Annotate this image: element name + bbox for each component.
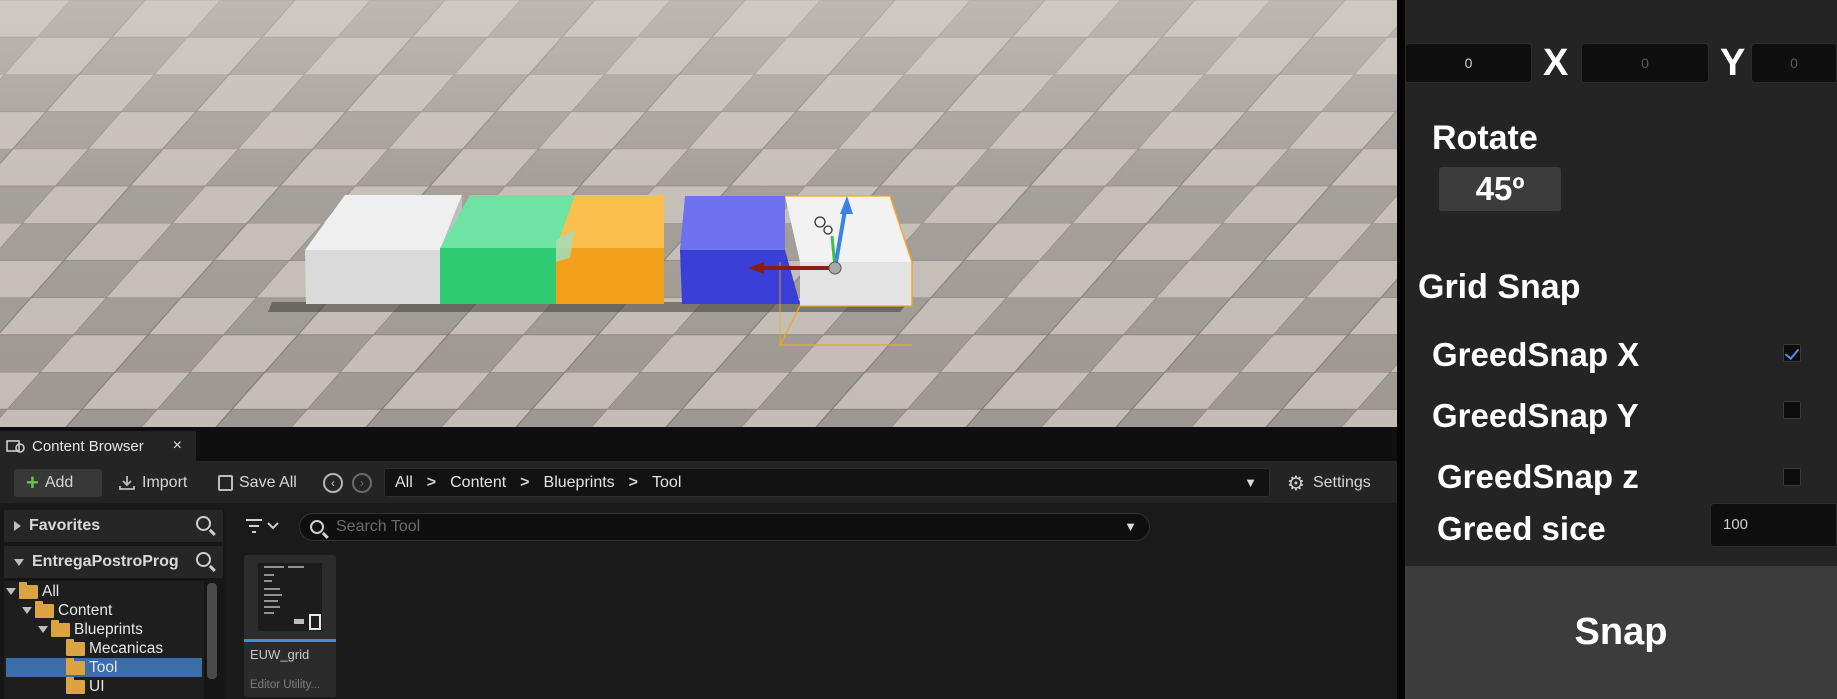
- search-icon: [310, 520, 324, 534]
- folder-icon: [35, 600, 54, 618]
- asset-type-bar: [244, 639, 336, 642]
- greed-snap-y-checkbox[interactable]: [1783, 401, 1801, 419]
- search-placeholder: Search Tool: [336, 518, 421, 535]
- chevron-down-icon[interactable]: ▼: [1244, 475, 1257, 490]
- content-browser-toolbar: + Add Import Save All ‹ › All > Content …: [0, 461, 1397, 503]
- back-arrow-icon[interactable]: ‹: [323, 473, 343, 493]
- offset-x-input[interactable]: 0: [1405, 43, 1532, 83]
- favorites-label: Favorites: [29, 517, 101, 534]
- folder-icon: [66, 657, 85, 675]
- tree-item-tool[interactable]: Tool: [6, 657, 202, 677]
- search-input[interactable]: Search Tool ▼: [299, 513, 1150, 541]
- chevron-right-icon: >: [628, 473, 639, 491]
- plus-icon: +: [26, 470, 39, 495]
- editor-utility-panel: 0 X 0 Y 0 Rotate 45º Grid Snap GreedSnap…: [1397, 0, 1837, 699]
- tab-content-browser[interactable]: Content Browser ×: [0, 431, 196, 461]
- project-label: EntregaPostroProg: [32, 553, 179, 570]
- tab-label: Content Browser: [32, 437, 144, 455]
- chevron-right-icon: >: [426, 473, 437, 491]
- greed-snap-x-label: GreedSnap X: [1432, 336, 1640, 373]
- add-button[interactable]: + Add: [14, 469, 102, 497]
- tree-item-label: All: [42, 582, 60, 600]
- tree-item-label: Tool: [89, 658, 118, 676]
- chevron-down-icon[interactable]: ▼: [1124, 519, 1137, 534]
- blue-block[interactable]: [680, 196, 800, 304]
- panel-body: 0 X 0 Y 0 Rotate 45º Grid Snap GreedSnap…: [1405, 0, 1837, 699]
- greed-size-input[interactable]: 100: [1710, 503, 1837, 547]
- gear-icon: ⚙: [1287, 472, 1305, 495]
- tree-item-label: Blueprints: [74, 620, 143, 638]
- breadcrumb-tool[interactable]: Tool: [652, 474, 681, 492]
- greed-snap-y-label: GreedSnap Y: [1432, 397, 1639, 434]
- collapse-arrow-icon[interactable]: [22, 607, 32, 614]
- content-browser-tabbar: Content Browser ×: [0, 427, 1397, 461]
- folder-icon: [66, 676, 85, 694]
- rotate-heading: Rotate: [1432, 119, 1538, 157]
- folder-icon: [51, 619, 70, 637]
- settings-button[interactable]: ⚙ Settings: [1287, 469, 1371, 497]
- y-axis-label: Y: [1720, 42, 1746, 84]
- close-icon[interactable]: ×: [173, 437, 182, 455]
- sources-panel: Favorites EntregaPostroProg All Content: [0, 510, 225, 699]
- grid-snap-heading: Grid Snap: [1418, 268, 1581, 306]
- offset-z-input[interactable]: 0: [1751, 43, 1837, 83]
- x-axis-label: X: [1543, 42, 1569, 84]
- filter-button[interactable]: [246, 518, 286, 538]
- greed-size-label: Greed sice: [1437, 510, 1606, 547]
- greed-snap-z-label: GreedSnap z: [1437, 458, 1639, 495]
- breadcrumb[interactable]: All > Content > Blueprints > Tool ▼: [384, 468, 1270, 497]
- tree-item-label: Mecanicas: [89, 639, 164, 657]
- project-section[interactable]: EntregaPostroProg: [4, 546, 223, 578]
- save-icon: [218, 475, 233, 491]
- snap-button[interactable]: Snap: [1405, 566, 1837, 699]
- asset-tile[interactable]: EUW_grid Editor Utility...: [244, 555, 336, 697]
- greed-snap-z-checkbox[interactable]: [1783, 468, 1801, 486]
- content-browser-icon: [6, 438, 26, 454]
- content-browser: Content Browser × + Add Import Save All …: [0, 427, 1397, 699]
- forward-arrow-icon[interactable]: ›: [352, 473, 372, 493]
- folder-tree: All Content Blueprints Mecanicas Tool UI: [4, 581, 204, 699]
- orange-block[interactable]: [556, 195, 664, 304]
- settings-label: Settings: [1312, 474, 1371, 491]
- tree-item-label: UI: [89, 677, 105, 695]
- breadcrumb-all[interactable]: All: [395, 474, 413, 492]
- collapse-arrow-icon[interactable]: [38, 626, 48, 633]
- collapse-arrow-icon[interactable]: [6, 588, 16, 595]
- breadcrumb-content[interactable]: Content: [450, 474, 506, 492]
- save-all-button[interactable]: Save All: [218, 469, 297, 497]
- tree-item-blueprints[interactable]: Blueprints: [38, 619, 202, 639]
- viewport-scene[interactable]: [0, 0, 1397, 427]
- asset-name: EUW_grid: [250, 647, 310, 662]
- search-icon[interactable]: [196, 552, 211, 567]
- level-viewport[interactable]: [0, 0, 1397, 427]
- favorites-section[interactable]: Favorites: [4, 510, 223, 542]
- add-label: Add: [44, 474, 74, 491]
- import-icon: [118, 475, 136, 491]
- expand-arrow-icon[interactable]: [14, 521, 21, 531]
- tree-item-label: Content: [58, 601, 113, 619]
- tree-scrollbar[interactable]: [207, 583, 217, 679]
- folder-icon: [19, 581, 38, 599]
- chevron-right-icon: >: [520, 473, 530, 491]
- import-button[interactable]: Import: [118, 469, 187, 497]
- tree-item-ui[interactable]: UI: [66, 676, 202, 696]
- asset-thumbnail: [244, 555, 336, 639]
- offset-y-input[interactable]: 0: [1581, 43, 1709, 83]
- filter-icon: [246, 519, 279, 533]
- import-label: Import: [142, 474, 188, 491]
- rotate-value-button[interactable]: 45º: [1439, 167, 1561, 211]
- collapse-arrow-icon[interactable]: [14, 558, 24, 566]
- tree-item-content[interactable]: Content: [22, 600, 202, 620]
- asset-type: Editor Utility...: [250, 679, 321, 691]
- save-all-label: Save All: [239, 474, 297, 491]
- breadcrumb-blueprints[interactable]: Blueprints: [544, 474, 615, 492]
- asset-view: Search Tool ▼ EUW_grid Editor Utility...: [232, 503, 1397, 699]
- search-icon[interactable]: [196, 516, 211, 531]
- tree-item-mecanicas[interactable]: Mecanicas: [66, 638, 202, 658]
- folder-icon: [66, 638, 85, 656]
- greed-snap-x-checkbox[interactable]: [1783, 344, 1801, 362]
- tree-item-all[interactable]: All: [6, 581, 202, 601]
